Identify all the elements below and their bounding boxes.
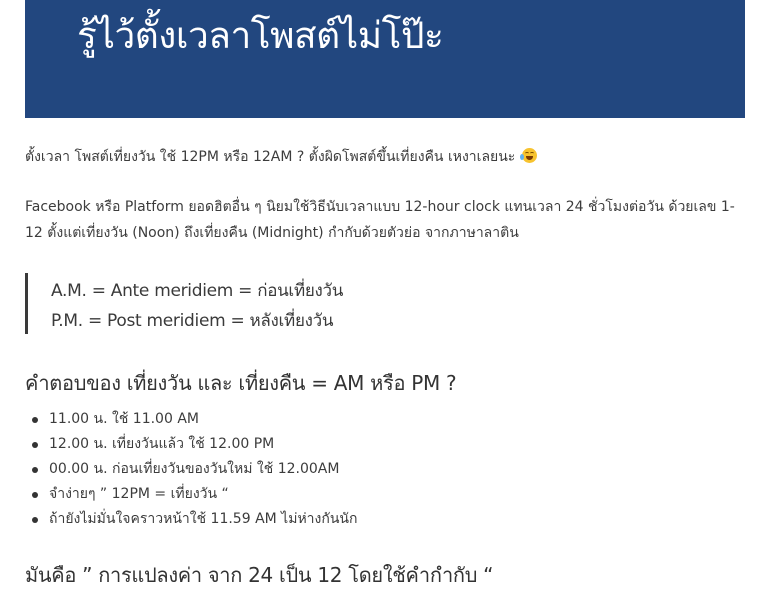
list-item: จำง่ายๆ ” 12PM = เที่ยงวัน “	[25, 482, 357, 507]
banner-title: รู้ไว้ตั้งเวลาโพสต์ไม่โป๊ะ	[77, 14, 444, 57]
list-item: 11.00 น. ใช้ 11.00 AM	[25, 407, 357, 432]
header-banner: รู้ไว้ตั้งเวลาโพสต์ไม่โป๊ะ	[25, 0, 745, 118]
quote-line-pm: P.M. = Post meridiem = หลังเที่ยงวัน	[51, 311, 334, 331]
quote-line-am: A.M. = Ante meridiem = ก่อนเที่ยงวัน	[51, 281, 344, 301]
clock-explanation-paragraph: Facebook หรือ Platform ยอดฮิตอื่น ๆ นิยม…	[25, 199, 735, 241]
intro-paragraph: ตั้งเวลา โพสต์เที่ยงวัน ใช้ 12PM หรือ 12…	[25, 145, 740, 169]
bullet-icon	[32, 417, 38, 423]
list-item-text: 12.00 น. เที่ยงวันแล้ว ใช้ 12.00 PM	[49, 436, 275, 452]
intro-text: ตั้งเวลา โพสต์เที่ยงวัน ใช้ 12PM หรือ 12…	[25, 149, 516, 165]
list-item: 00.00 น. ก่อนเที่ยงวันของวันใหม่ ใช้ 12.…	[25, 457, 357, 482]
answer-list: 11.00 น. ใช้ 11.00 AM 12.00 น. เที่ยงวัน…	[25, 407, 357, 532]
list-item-text: ถ้ายังไม่มั่นใจคราวหน้าใช้ 11.59 AM ไม่ห…	[49, 511, 358, 527]
list-item-text: 00.00 น. ก่อนเที่ยงวันของวันใหม่ ใช้ 12.…	[49, 461, 340, 477]
list-item: ถ้ายังไม่มั่นใจคราวหน้าใช้ 11.59 AM ไม่ห…	[25, 507, 357, 532]
bullet-icon	[32, 492, 38, 498]
section-heading-answer: คำตอบของ เที่ยงวัน และ เที่ยงคืน = AM หร…	[25, 371, 457, 395]
list-item-text: 11.00 น. ใช้ 11.00 AM	[49, 411, 199, 427]
section-heading-conversion: มันคือ ” การแปลงค่า จาก 24 เป็น 12 โดยใช…	[25, 563, 494, 587]
bullet-icon	[32, 442, 38, 448]
bullet-icon	[32, 467, 38, 473]
face-with-tears-of-joy-icon	[519, 148, 537, 163]
list-item: 12.00 น. เที่ยงวันแล้ว ใช้ 12.00 PM	[25, 432, 357, 457]
blockquote: A.M. = Ante meridiem = ก่อนเที่ยงวัน P.M…	[25, 273, 728, 334]
list-item-text: จำง่ายๆ ” 12PM = เที่ยงวัน “	[49, 486, 229, 502]
bullet-icon	[32, 517, 38, 523]
